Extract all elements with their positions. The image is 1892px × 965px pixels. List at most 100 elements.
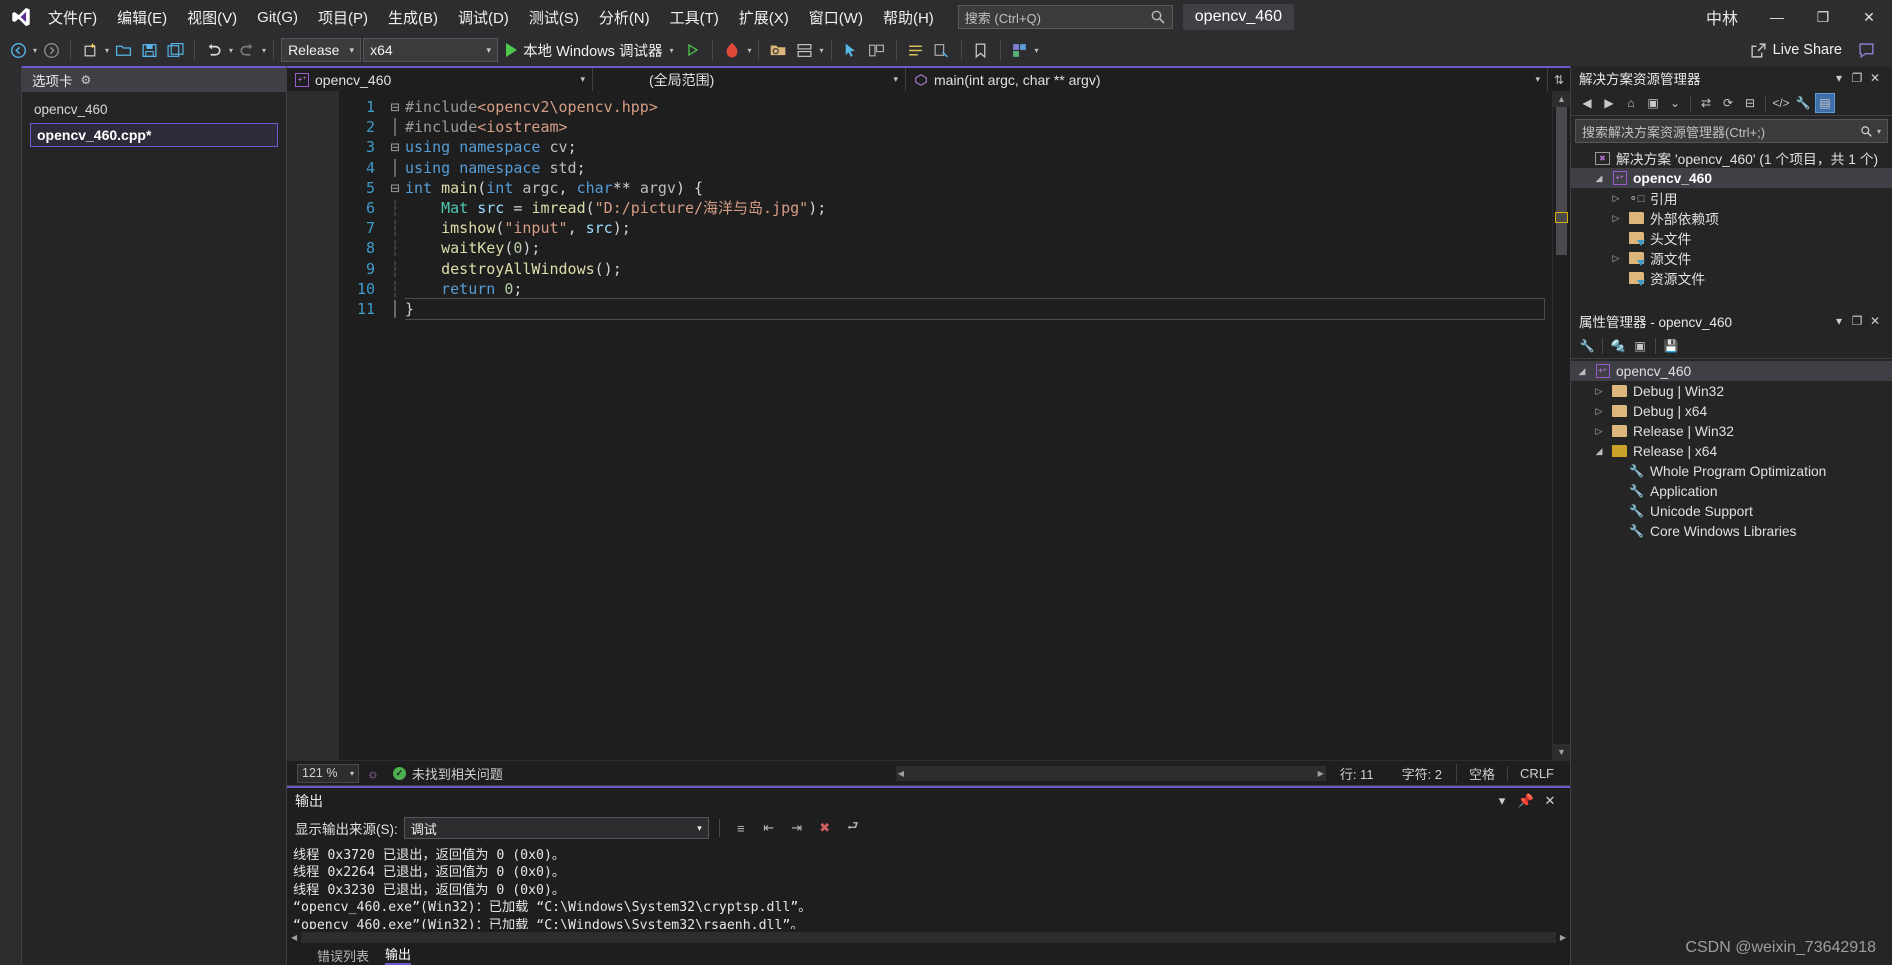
code-folding-gutter[interactable]: ⊟ │ ⊟ │ ⊟ ┆ ┆ ┆ ┆ ┆ │ <box>385 91 405 760</box>
fold-marker[interactable]: ┆ <box>385 279 405 299</box>
solution-platform-combo[interactable]: x64 ▾ <box>363 38 499 62</box>
tab-error-list[interactable]: 错误列表 <box>317 946 369 965</box>
save-button[interactable] <box>137 37 161 63</box>
code-line[interactable]: #include<opencv2\opencv.hpp> <box>405 97 1552 117</box>
active-project-badge[interactable]: opencv_460 <box>1182 4 1294 30</box>
fold-marker[interactable]: ┆ <box>385 238 405 258</box>
navbar-project-combo[interactable]: + + opencv_460 ▾ <box>287 68 593 91</box>
go-to-next-message-icon[interactable]: ⇥ <box>786 817 808 839</box>
tree-expander-icon[interactable]: · <box>1575 153 1589 163</box>
tree-expander-icon[interactable]: ▷ <box>1609 253 1623 264</box>
left-tool-rail[interactable] <box>0 66 22 965</box>
tree-expander-icon[interactable]: ◢ <box>1575 366 1589 377</box>
solution-explorer-close-icon[interactable]: ✕ <box>1866 71 1884 85</box>
fold-marker[interactable]: ⊟ <box>385 178 405 198</box>
editor-horizontal-scrollbar[interactable]: ◀ ▶ <box>895 765 1326 781</box>
tree-expander-icon[interactable]: ▷ <box>1609 193 1623 204</box>
property-manager-dropdown-icon[interactable]: ▾ <box>1830 314 1848 328</box>
property-tree-row[interactable]: ▷ Release | Win32 <box>1571 421 1892 441</box>
start-debugging-button[interactable]: 本地 Windows 调试器 ▾ <box>500 37 679 63</box>
live-share-button[interactable]: Live Share <box>1750 42 1852 59</box>
redo-button[interactable] <box>235 37 259 63</box>
code-line[interactable]: #include<iostream> <box>405 117 1552 137</box>
undo-caret-icon[interactable]: ▾ <box>229 46 233 55</box>
bookmark-button[interactable] <box>969 37 993 63</box>
solution-tree-row[interactable]: ▷ 外部依赖项 <box>1571 208 1892 228</box>
tree-expander-icon[interactable]: · <box>1609 486 1623 496</box>
menu-debug[interactable]: 调试(D) <box>448 3 519 32</box>
tree-expander-icon[interactable]: ▷ <box>1592 426 1606 437</box>
scroll-up-arrow-icon[interactable]: ▲ <box>1553 91 1570 107</box>
tree-expander-icon[interactable]: ▷ <box>1609 213 1623 224</box>
show-all-files-icon[interactable]: </> <box>1771 93 1791 113</box>
menu-tools[interactable]: 工具(T) <box>660 3 729 32</box>
code-line[interactable]: destroyAllWindows(); <box>405 259 1552 279</box>
open-file-button[interactable] <box>111 37 135 63</box>
menu-git[interactable]: Git(G) <box>247 5 308 30</box>
property-tree-row[interactable]: · 🔧 Whole Program Optimization <box>1571 461 1892 481</box>
tree-expander-icon[interactable]: · <box>1609 466 1623 476</box>
fold-marker[interactable]: ┆ <box>385 198 405 218</box>
sync-with-active-document-icon[interactable]: ⇄ <box>1696 93 1716 113</box>
global-search-input[interactable]: 搜索 (Ctrl+Q) <box>957 5 1173 29</box>
navigate-backward-caret-icon[interactable]: ▾ <box>33 46 37 55</box>
properties-icon[interactable]: 🔧 <box>1793 93 1813 113</box>
toggle-word-wrap-icon[interactable]: ⮐ <box>842 817 864 839</box>
property-pages-icon[interactable]: 🔧 <box>1577 336 1597 356</box>
tree-expander-icon[interactable]: ◢ <box>1592 173 1606 184</box>
scrollbar-thumb[interactable] <box>1556 107 1567 255</box>
output-pin-icon[interactable]: 📌 <box>1514 793 1538 809</box>
new-project-button[interactable] <box>78 37 102 63</box>
redo-caret-icon[interactable]: ▾ <box>262 46 266 55</box>
property-manager-close-icon[interactable]: ✕ <box>1866 314 1884 328</box>
navbar-scope-combo[interactable]: (全局范围) ▾ <box>593 68 906 91</box>
tab-item-opencv-cpp[interactable]: opencv_460.cpp* <box>30 123 278 147</box>
output-scrollbar-track[interactable] <box>301 931 1556 943</box>
solution-tree-row[interactable]: · 头文件 <box>1571 228 1892 248</box>
hot-reload-button[interactable] <box>720 37 744 63</box>
tab-output[interactable]: 输出 <box>385 944 412 965</box>
ime-indicator[interactable]: 中林 <box>1690 5 1754 29</box>
dock-splitter[interactable] <box>1571 301 1892 309</box>
window-layout-button[interactable] <box>792 37 816 63</box>
tree-expander-icon[interactable]: · <box>1609 526 1623 536</box>
menu-help[interactable]: 帮助(H) <box>873 3 944 32</box>
tree-expander-icon[interactable]: ▷ <box>1592 386 1606 397</box>
toolbar-overflow-icon[interactable]: ▾ <box>1035 46 1039 55</box>
add-existing-property-sheet-icon[interactable]: 🔩 <box>1608 336 1628 356</box>
start-without-debugging-button[interactable] <box>681 37 705 63</box>
tree-expander-icon[interactable]: · <box>1609 273 1623 283</box>
menu-build[interactable]: 生成(B) <box>378 3 448 32</box>
new-project-caret-icon[interactable]: ▾ <box>105 46 109 55</box>
fold-marker[interactable]: ┆ <box>385 218 405 238</box>
gear-icon[interactable]: ⚙ <box>81 73 92 87</box>
hot-reload-caret-icon[interactable]: ▾ <box>747 46 751 55</box>
pointer-select-button[interactable] <box>839 37 863 63</box>
property-tree-row[interactable]: · 🔧 Application <box>1571 481 1892 501</box>
filter-dropdown-icon[interactable]: ⌄ <box>1665 93 1685 113</box>
menu-extensions[interactable]: 扩展(X) <box>729 3 799 32</box>
code-line[interactable]: } <box>405 297 1545 321</box>
menu-analyze[interactable]: 分析(N) <box>589 3 660 32</box>
solution-explorer-tree[interactable]: · ✖ 解决方案 'opencv_460' (1 个项目，共 1 个) ◢ ++ open… <box>1571 146 1892 301</box>
menu-window[interactable]: 窗口(W) <box>799 3 873 32</box>
menu-test[interactable]: 测试(S) <box>519 3 589 32</box>
navigate-forward-button[interactable] <box>39 37 63 63</box>
output-dropdown-icon[interactable]: ▾ <box>1490 793 1514 809</box>
navigate-back-icon[interactable]: ◀ <box>1577 93 1597 113</box>
code-line[interactable]: Mat src = imread("D:/picture/海洋与岛.jpg"); <box>405 198 1552 218</box>
code-line[interactable]: waitKey(0); <box>405 238 1552 258</box>
undo-button[interactable] <box>202 37 226 63</box>
navigate-backward-button[interactable] <box>6 37 30 63</box>
scroll-left-arrow-icon[interactable]: ◀ <box>898 769 904 778</box>
menu-project[interactable]: 项目(P) <box>308 3 378 32</box>
search-options-caret-icon[interactable]: ▾ <box>1877 127 1881 136</box>
window-layout-caret-icon[interactable]: ▾ <box>819 46 823 55</box>
refresh-icon[interactable]: ⟳ <box>1718 93 1738 113</box>
minimize-button[interactable]: — <box>1754 0 1800 34</box>
collapse-all-icon[interactable]: ⊟ <box>1740 93 1760 113</box>
solution-tree-row[interactable]: · ✖ 解决方案 'opencv_460' (1 个项目，共 1 个) <box>1571 148 1892 168</box>
output-text[interactable]: 线程 0x3720 已退出，返回值为 0 (0x0)。 线程 0x2264 已退出… <box>287 843 1570 929</box>
code-text[interactable]: #include<opencv2\opencv.hpp> #include<ios… <box>405 91 1552 760</box>
home-icon[interactable]: ⌂ <box>1621 93 1641 113</box>
